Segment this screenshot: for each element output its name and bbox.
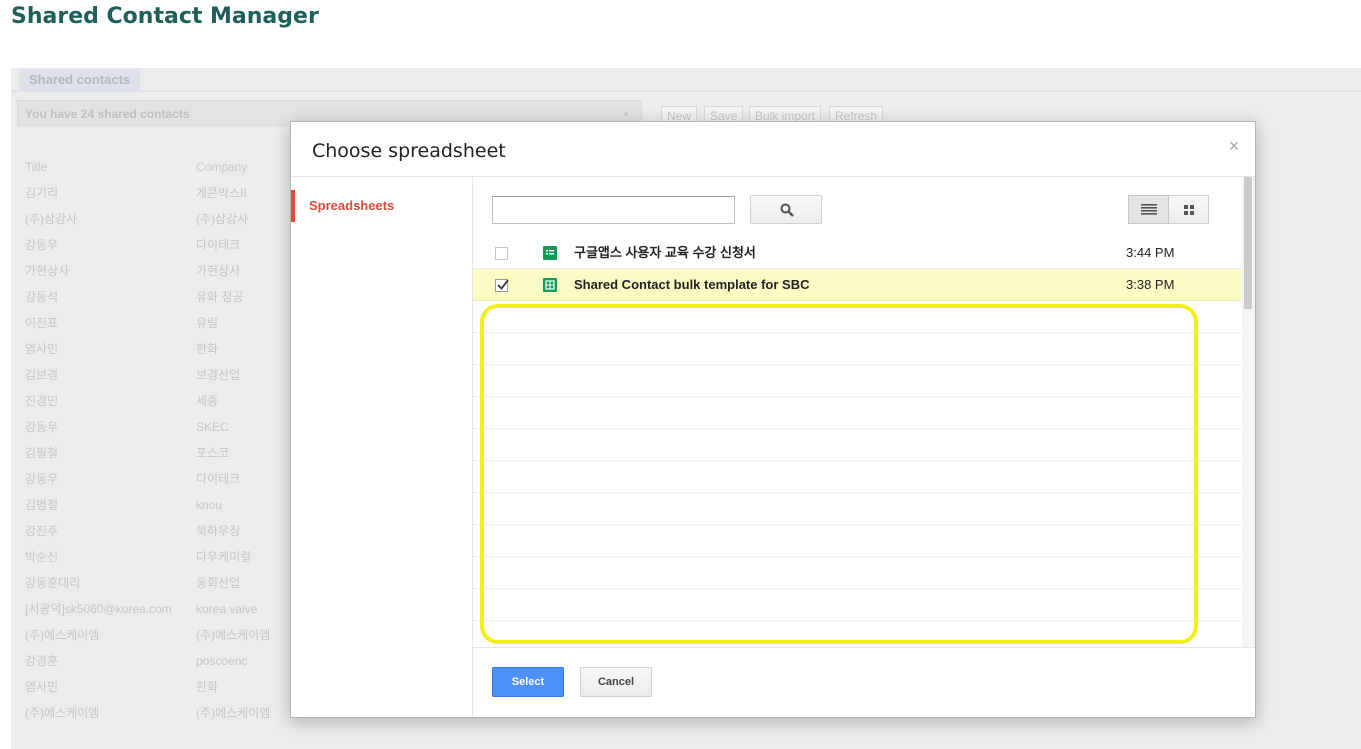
checkbox-icon[interactable] bbox=[495, 279, 509, 292]
cell-title: 강동우 bbox=[25, 420, 59, 434]
choose-spreadsheet-dialog: Choose spreadsheet × Spreadsheets 구글앱스 사… bbox=[290, 121, 1256, 718]
cell-title: 김보경 bbox=[25, 368, 59, 382]
table-row: 강경훈 poscoenc bbox=[25, 652, 305, 678]
nav-pane: Spreadsheets bbox=[291, 177, 473, 717]
table-row: 진경민 세종 bbox=[25, 392, 305, 418]
cell-company: (주)에스케이엠 bbox=[196, 706, 271, 720]
table-row: 박순신 다우케미컬 bbox=[25, 548, 305, 574]
table-row: (주)에스케이엠 (주)에스케이엠 bbox=[25, 626, 305, 652]
cell-title: 김병철 bbox=[25, 498, 59, 512]
cell-title: 이진표 bbox=[25, 316, 59, 330]
table-row: 김필철 포스코 bbox=[25, 444, 305, 470]
cell-title: 진경민 bbox=[25, 394, 59, 408]
cell-company: SKEC bbox=[196, 420, 229, 434]
cell-title: 강동석 bbox=[25, 290, 59, 304]
cell-title: 강동우 bbox=[25, 238, 59, 252]
cell-company: 다우케미컬 bbox=[196, 550, 252, 564]
cell-company: 포스코 bbox=[196, 446, 230, 460]
table-row: 김병철 knou bbox=[25, 496, 305, 522]
list-view-icon bbox=[1141, 204, 1157, 215]
cell-title: 강동우 bbox=[25, 472, 59, 486]
contact-count-text: You have 24 shared contacts bbox=[25, 107, 190, 121]
cell-company: 게콘박스II bbox=[196, 186, 247, 200]
table-row: (주)에스케이엠 (주)에스케이엠 bbox=[25, 704, 305, 730]
file-name: Shared Contact bulk template for SBC bbox=[574, 277, 810, 292]
cell-title: 염사민 bbox=[25, 342, 59, 356]
table-row: 염사민 한화 bbox=[25, 678, 305, 704]
cell-company: 다이테크 bbox=[196, 238, 241, 252]
cell-title: 강경훈 bbox=[25, 654, 59, 668]
cell-company: 보경산업 bbox=[196, 368, 241, 382]
column-header-title: Title bbox=[25, 160, 48, 174]
grid-view-icon bbox=[1184, 205, 1194, 215]
table-row: 강동우 SKEC bbox=[25, 418, 305, 444]
file-row[interactable]: 구글앱스 사용자 교육 수강 신청서 3:44 PM bbox=[473, 237, 1241, 269]
cell-company: (주)에스케이엠 bbox=[196, 628, 271, 642]
table-row: (주)삼강사 (주)삼강사 bbox=[25, 210, 305, 236]
search-input[interactable] bbox=[492, 196, 735, 224]
grid-view-button[interactable] bbox=[1169, 195, 1209, 224]
file-row-selected[interactable]: Shared Contact bulk template for SBC 3:3… bbox=[473, 269, 1241, 301]
cell-title: 김필철 bbox=[25, 446, 59, 460]
cell-company: knou bbox=[196, 498, 223, 512]
table-row: 강동우 다이테크 bbox=[25, 236, 305, 262]
dialog-title: Choose spreadsheet bbox=[312, 140, 506, 162]
cell-title: 김기리 bbox=[25, 186, 59, 200]
table-row: 강동우 다이테크 bbox=[25, 470, 305, 496]
file-time: 3:44 PM bbox=[1126, 245, 1175, 260]
footer-divider bbox=[473, 647, 1255, 648]
list-view-button[interactable] bbox=[1128, 195, 1169, 224]
table-row: 이진표 유림 bbox=[25, 314, 305, 340]
spreadsheet-icon bbox=[543, 246, 557, 260]
cell-company: 북하우징 bbox=[196, 524, 241, 538]
cell-company: 유림 bbox=[196, 316, 219, 330]
table-row: 김보경 보경산업 bbox=[25, 366, 305, 392]
nav-item-spreadsheets[interactable]: Spreadsheets bbox=[291, 190, 472, 222]
cell-company: (주)삼강사 bbox=[196, 212, 249, 226]
table-row: 가현상사 가현상사 bbox=[25, 262, 305, 288]
table-row: 김기리 게콘박스II bbox=[25, 184, 305, 210]
cell-title: 박순신 bbox=[25, 550, 59, 564]
shared-contacts-tab: Shared contacts bbox=[19, 69, 141, 90]
cell-company: 세종 bbox=[196, 394, 219, 408]
cell-title: 강진주 bbox=[25, 524, 59, 538]
search-icon bbox=[780, 203, 794, 217]
scrollbar-thumb[interactable] bbox=[1244, 177, 1252, 309]
cell-company: 가현상사 bbox=[196, 264, 241, 278]
table-row: 강동훈대리 동회산업 bbox=[25, 574, 305, 600]
cell-company: 한화 bbox=[196, 680, 219, 694]
cell-company: 동회산업 bbox=[196, 576, 241, 590]
cell-title: (주)에스케이엠 bbox=[25, 706, 100, 720]
table-row: 강동석 유화 청공 bbox=[25, 288, 305, 314]
spreadsheet-icon bbox=[543, 278, 557, 292]
select-button[interactable]: Select bbox=[492, 667, 564, 697]
highlight-annotation bbox=[480, 304, 1198, 644]
file-time: 3:38 PM bbox=[1126, 277, 1175, 292]
background-tabbar: Shared contacts bbox=[11, 68, 1361, 92]
column-header-company: Company bbox=[196, 160, 248, 174]
cell-company: 유화 청공 bbox=[196, 290, 244, 304]
app-title: Shared Contact Manager bbox=[11, 4, 319, 29]
cell-company: korea valve bbox=[196, 602, 258, 616]
table-header: Title Company bbox=[25, 158, 305, 184]
cell-title: (주)삼강사 bbox=[25, 212, 78, 226]
table-row: 강진주 북하우징 bbox=[25, 522, 305, 548]
search-button[interactable] bbox=[750, 195, 822, 224]
cell-title: [서광덕]sk5060@korea.com bbox=[25, 602, 172, 616]
checkbox-icon[interactable] bbox=[495, 247, 508, 260]
cell-company: 다이테크 bbox=[196, 472, 241, 486]
cell-title: (주)에스케이엠 bbox=[25, 628, 100, 642]
cancel-button[interactable]: Cancel bbox=[580, 667, 652, 697]
cell-title: 가현상사 bbox=[25, 264, 70, 278]
file-name: 구글앱스 사용자 교육 수강 신청서 bbox=[574, 245, 756, 260]
cell-company: poscoenc bbox=[196, 654, 248, 668]
table-row: 염사민 한화 bbox=[25, 340, 305, 366]
table-row: [서광덕]sk5060@korea.com korea valve bbox=[25, 600, 305, 626]
cell-title: 염사민 bbox=[25, 680, 59, 694]
cell-company: 한화 bbox=[196, 342, 219, 356]
cell-title: 강동훈대리 bbox=[25, 576, 81, 590]
close-icon[interactable]: × bbox=[1224, 136, 1244, 156]
